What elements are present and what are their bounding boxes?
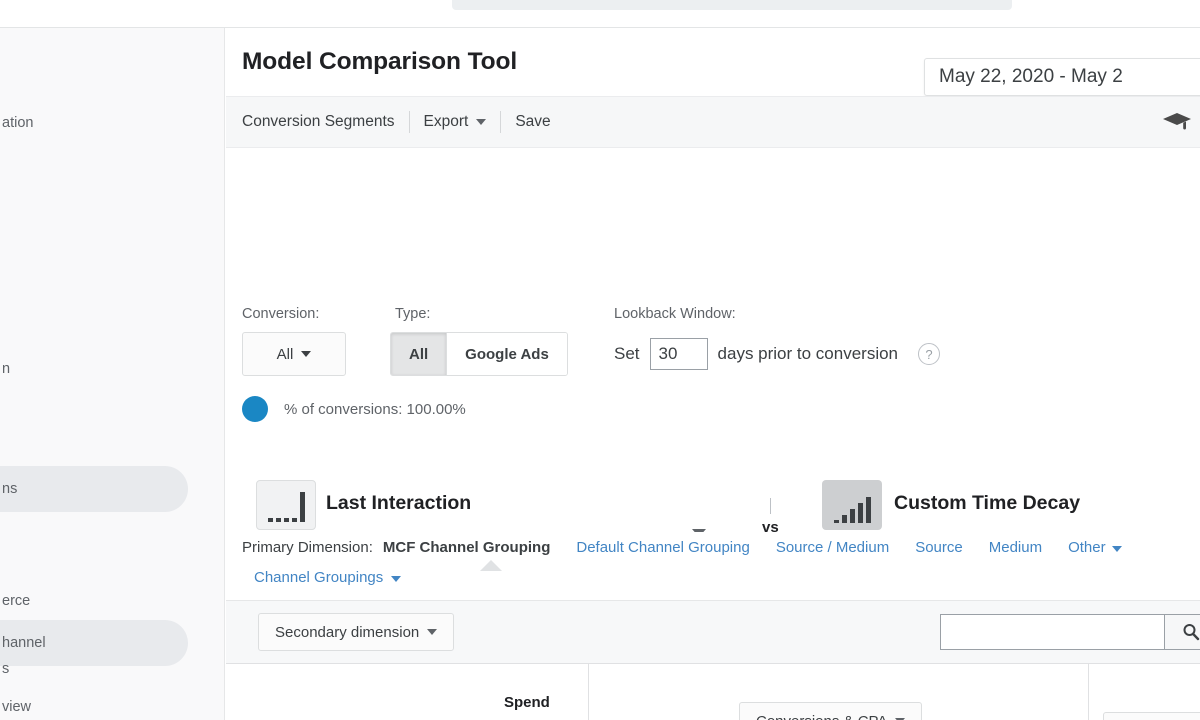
chevron-down-icon	[476, 119, 487, 125]
page-title: Model Comparison Tool	[242, 48, 518, 75]
primary-dimension-link-source[interactable]: Source	[915, 539, 963, 556]
conversion-select[interactable]: All	[242, 332, 346, 376]
chevron-down-icon	[391, 575, 402, 582]
lookback-window-row: Set days prior to conversion ?	[614, 332, 941, 376]
title-row: Model Comparison Tool May 22, 2020 - May…	[226, 28, 1200, 96]
conversion-color-dot	[242, 396, 268, 422]
sidebar-item-1[interactable]: n	[0, 346, 188, 392]
sidebar-item-label: ation	[2, 115, 34, 131]
conversions-percent-row: % of conversions: 100.00%	[242, 396, 466, 422]
table-search	[940, 614, 1200, 650]
graduation-cap-icon[interactable]	[1162, 110, 1192, 134]
sidebar-item-6[interactable]: view	[0, 684, 188, 720]
bar-chart-glyph	[267, 488, 305, 522]
search-input[interactable]	[940, 614, 1165, 650]
spend-column-header[interactable]: Spend	[504, 694, 550, 711]
model-a-name[interactable]: Last Interaction	[326, 492, 471, 515]
conversions-percent-label: % of conversions: 100.00%	[284, 400, 466, 418]
search-icon	[1183, 624, 1199, 641]
chevron-down-icon	[301, 351, 312, 357]
type-label: Type:	[395, 306, 431, 322]
primary-dimension-link-default-channel-grouping[interactable]: Default Channel Grouping	[576, 539, 749, 556]
conversion-label: Conversion:	[242, 306, 320, 322]
menu-export[interactable]: Export	[410, 109, 501, 135]
primary-dimension-link-other[interactable]: Other	[1068, 539, 1122, 556]
last-interaction-bars-icon[interactable]	[256, 480, 316, 530]
primary-dimension-link-medium[interactable]: Medium	[989, 539, 1042, 556]
channel-groupings-link[interactable]: Channel Groupings	[254, 568, 402, 586]
global-search-bar-stub[interactable]	[452, 0, 1012, 10]
primary-dimension-link-source-medium[interactable]: Source / Medium	[776, 539, 889, 556]
menu-save[interactable]: Save	[501, 109, 564, 135]
bar-chart-glyph	[833, 489, 871, 523]
secondary-dimension-label: Secondary dimension	[275, 623, 420, 641]
sidebar-item-3[interactable]: erce	[0, 578, 188, 624]
primary-dimension-selected[interactable]: MCF Channel Grouping	[383, 539, 550, 556]
sidebar-item-label: n	[2, 361, 11, 377]
sidebar-item-label: view	[2, 699, 32, 715]
type-toggle-google-ads[interactable]: Google Ads	[447, 333, 567, 375]
table-header-strip: Spend Conversions & CPA % change in	[226, 664, 1200, 720]
sidebar-item-label: s	[2, 661, 10, 677]
date-range-picker[interactable]: May 22, 2020 - May 2	[924, 58, 1200, 96]
primary-dimension-bar: Primary Dimension: MCF Channel Grouping …	[226, 532, 1200, 600]
conversions-cpa-select[interactable]: Conversions & CPA	[739, 702, 923, 720]
vs-tick	[769, 498, 771, 514]
primary-dimension-links-row: Primary Dimension: MCF Channel Grouping …	[242, 532, 1200, 562]
channel-groupings-row: Channel Groupings	[242, 562, 1200, 592]
sidebar-item-label: ns	[2, 481, 18, 497]
pct-change-select[interactable]: % change in	[1103, 712, 1200, 720]
search-button[interactable]	[1165, 614, 1200, 650]
primary-dimension-link-other-label: Other	[1068, 538, 1106, 556]
main-content: Model Comparison Tool May 22, 2020 - May…	[226, 28, 1200, 720]
conversions-cpa-label: Conversions & CPA	[756, 713, 887, 720]
conversion-select-value: All	[276, 345, 294, 363]
menu-export-label: Export	[423, 113, 469, 130]
sidebar-item-0[interactable]: ation	[0, 100, 188, 146]
lookback-window-label: Lookback Window:	[614, 306, 736, 322]
lookback-suffix-label: days prior to conversion	[717, 344, 899, 363]
table-toolbar: Secondary dimension	[226, 600, 1200, 664]
chevron-down-icon	[427, 629, 438, 635]
model-b-name[interactable]: Custom Time Decay	[894, 492, 1080, 515]
question-mark-icon[interactable]: ?	[918, 343, 941, 365]
chevron-down-icon	[1111, 545, 1122, 552]
left-sidebar: ation n ns erce hannel s view	[0, 28, 225, 720]
time-decay-bars-icon[interactable]	[822, 480, 882, 530]
model-controls-panel: Conversion: All Type: All Google Ads Loo…	[226, 148, 1200, 635]
menu-bar: Conversion Segments Export Save	[226, 96, 1200, 148]
type-toggle-all[interactable]: All	[391, 333, 447, 375]
lookback-prefix-label: Set	[614, 344, 640, 363]
primary-dimension-caption: Primary Dimension:	[242, 538, 373, 556]
selected-dimension-caret-up-icon	[480, 560, 502, 571]
type-toggle-group: All Google Ads	[390, 332, 568, 376]
sidebar-item-label: erce	[2, 593, 31, 609]
menu-conversion-segments-label: Conversion Segments	[242, 113, 395, 130]
channel-groupings-label: Channel Groupings	[254, 568, 384, 586]
lookback-days-input[interactable]	[649, 338, 708, 370]
secondary-dimension-select[interactable]: Secondary dimension	[258, 613, 455, 651]
menu-save-label: Save	[515, 113, 551, 130]
column-divider	[588, 664, 589, 720]
top-bar	[0, 0, 1200, 28]
column-divider	[1088, 664, 1089, 720]
menu-conversion-segments[interactable]: Conversion Segments	[242, 109, 409, 135]
sidebar-item-2[interactable]: ns	[0, 466, 188, 512]
analytics-app-window: ation n ns erce hannel s view Model Comp…	[0, 0, 1200, 720]
